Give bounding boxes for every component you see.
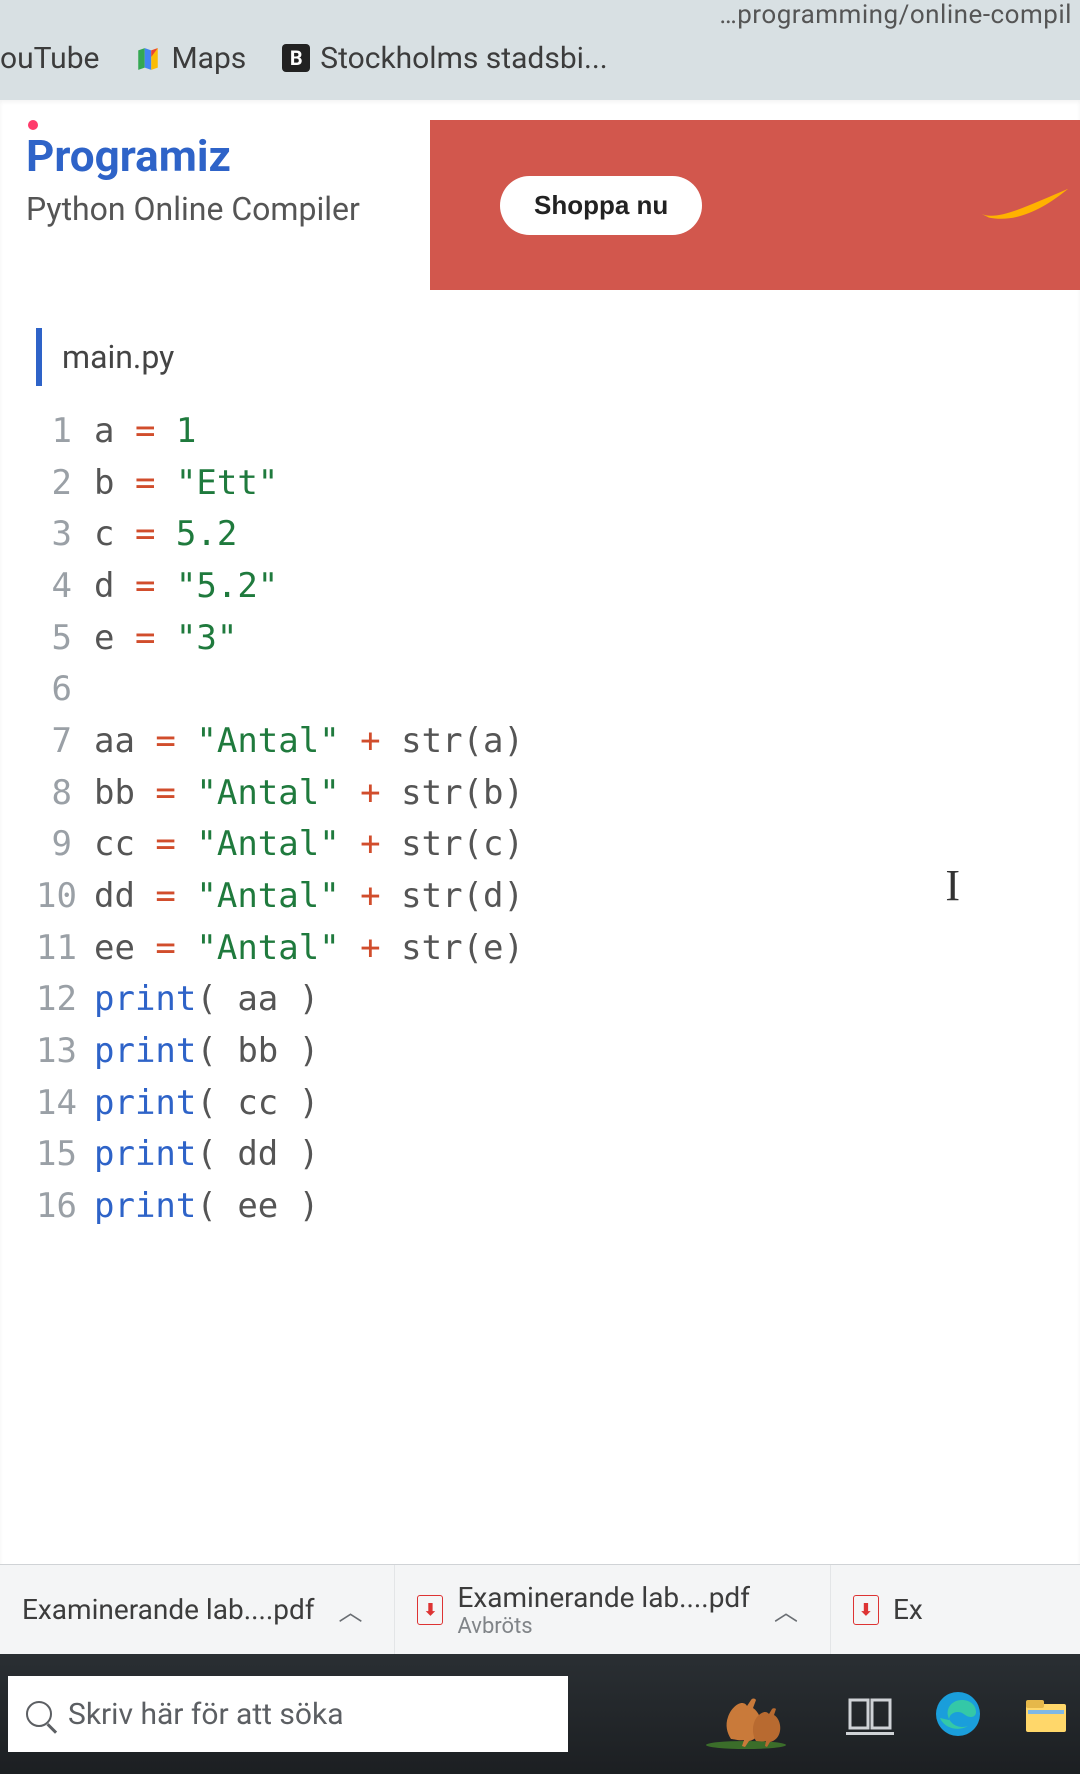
code-source[interactable]: print( dd ) bbox=[94, 1129, 319, 1181]
download-item-3[interactable]: ⬇ Ex bbox=[831, 1565, 945, 1654]
code-source[interactable]: print( bb ) bbox=[94, 1026, 319, 1078]
logo-text: Programiz bbox=[26, 130, 231, 182]
text-cursor-icon: I bbox=[945, 860, 960, 911]
line-number: 9 bbox=[36, 819, 94, 871]
line-number: 3 bbox=[36, 509, 94, 561]
programiz-logo[interactable]: Programiz bbox=[26, 130, 430, 182]
windows-taskbar: Skriv här för att söka bbox=[0, 1654, 1080, 1774]
letter-b-icon: B bbox=[282, 44, 310, 72]
line-number: 11 bbox=[36, 923, 94, 975]
edge-browser-icon[interactable] bbox=[934, 1690, 982, 1738]
line-number: 14 bbox=[36, 1078, 94, 1130]
bookmark-youtube[interactable]: ouTube bbox=[0, 41, 99, 76]
download-item-2[interactable]: ⬇ Examinerande lab....pdf Avbröts ︿ bbox=[395, 1565, 830, 1654]
code-source[interactable]: a = 1 bbox=[94, 406, 196, 458]
download-item-2-status: Avbröts bbox=[457, 1614, 749, 1639]
bookmark-stockholm[interactable]: B Stockholms stadsbi... bbox=[282, 41, 607, 76]
code-source[interactable]: e = "3" bbox=[94, 613, 237, 665]
code-source[interactable]: print( aa ) bbox=[94, 974, 319, 1026]
line-number: 4 bbox=[36, 561, 94, 613]
brand-block: Programiz Python Online Compiler bbox=[0, 100, 430, 310]
task-view-icon[interactable] bbox=[846, 1690, 894, 1738]
download-item-3-name: Ex bbox=[893, 1593, 923, 1626]
download-item-1[interactable]: Examinerande lab....pdf ︿ bbox=[0, 1565, 395, 1654]
taskbar-search-placeholder: Skriv här för att söka bbox=[68, 1697, 344, 1732]
line-number: 13 bbox=[36, 1026, 94, 1078]
editor-tab[interactable]: main.py bbox=[36, 328, 194, 386]
line-number: 5 bbox=[36, 613, 94, 665]
taskbar-search[interactable]: Skriv här för att söka bbox=[8, 1676, 568, 1752]
bookmark-maps[interactable]: Maps bbox=[135, 41, 246, 76]
line-number: 7 bbox=[36, 716, 94, 768]
code-line[interactable]: 2b = "Ett" bbox=[36, 458, 1080, 510]
code-editor[interactable]: main.py 1a = 12b = "Ett"3c = 5.24d = "5.… bbox=[0, 310, 1080, 1233]
bookmark-youtube-label: ouTube bbox=[0, 41, 99, 76]
url-fragment: …programming/online-compil bbox=[719, 0, 1080, 28]
line-number: 1 bbox=[36, 406, 94, 458]
bookmarks-bar: ouTube Maps B Stockholms stadsbi... bbox=[0, 28, 1080, 88]
line-number: 15 bbox=[36, 1129, 94, 1181]
code-line[interactable]: 15print( dd ) bbox=[36, 1129, 1080, 1181]
pdf-icon: ⬇ bbox=[853, 1595, 879, 1625]
code-source[interactable]: ee = "Antal" + str(e) bbox=[94, 923, 524, 975]
taskbar-right bbox=[568, 1679, 1080, 1749]
download-item-1-name: Examinerande lab....pdf bbox=[22, 1593, 314, 1626]
code-source[interactable]: c = 5.2 bbox=[94, 509, 237, 561]
code-source[interactable]: b = "Ett" bbox=[94, 458, 278, 510]
code-line[interactable]: 10dd = "Antal" + str(d) bbox=[36, 871, 1080, 923]
code-line[interactable]: 3c = 5.2 bbox=[36, 509, 1080, 561]
code-source[interactable]: d = "5.2" bbox=[94, 561, 278, 613]
chevron-up-icon[interactable]: ︿ bbox=[764, 1592, 808, 1627]
page-content: Programiz Python Online Compiler Shoppa … bbox=[0, 100, 1080, 1574]
line-number: 16 bbox=[36, 1181, 94, 1233]
line-number: 6 bbox=[36, 664, 94, 716]
bookmark-stockholm-label: Stockholms stadsbi... bbox=[320, 41, 607, 76]
code-line[interactable]: 7aa = "Antal" + str(a) bbox=[36, 716, 1080, 768]
page-header: Programiz Python Online Compiler Shoppa … bbox=[0, 100, 1080, 310]
chevron-up-icon[interactable]: ︿ bbox=[328, 1592, 372, 1627]
bookmark-maps-label: Maps bbox=[171, 41, 246, 76]
code-line[interactable]: 6 bbox=[36, 664, 1080, 716]
ad-cta-button[interactable]: Shoppa nu bbox=[500, 176, 702, 235]
code-line[interactable]: 8bb = "Antal" + str(b) bbox=[36, 768, 1080, 820]
search-icon bbox=[26, 1701, 52, 1727]
code-source[interactable]: bb = "Antal" + str(b) bbox=[94, 768, 524, 820]
code-line[interactable]: 12print( aa ) bbox=[36, 974, 1080, 1026]
line-number: 10 bbox=[36, 871, 94, 923]
code-source[interactable]: dd = "Antal" + str(d) bbox=[94, 871, 524, 923]
code-line[interactable]: 16print( ee ) bbox=[36, 1181, 1080, 1233]
nike-swoosh-icon bbox=[980, 180, 1070, 230]
code-area[interactable]: 1a = 12b = "Ett"3c = 5.24d = "5.2"5e = "… bbox=[36, 406, 1080, 1233]
code-source[interactable]: cc = "Antal" + str(c) bbox=[94, 819, 524, 871]
code-line[interactable]: 13print( bb ) bbox=[36, 1026, 1080, 1078]
code-line[interactable]: 1a = 1 bbox=[36, 406, 1080, 458]
code-source[interactable]: print( cc ) bbox=[94, 1078, 319, 1130]
code-source[interactable]: aa = "Antal" + str(a) bbox=[94, 716, 524, 768]
code-source[interactable]: print( ee ) bbox=[94, 1181, 319, 1233]
code-line[interactable]: 9cc = "Antal" + str(c) bbox=[36, 819, 1080, 871]
ad-banner[interactable]: Shoppa nu bbox=[430, 120, 1080, 290]
code-line[interactable]: 11ee = "Antal" + str(e) bbox=[36, 923, 1080, 975]
download-item-2-name: Examinerande lab....pdf bbox=[457, 1581, 749, 1614]
page-subtitle: Python Online Compiler bbox=[26, 190, 430, 228]
line-number: 12 bbox=[36, 974, 94, 1026]
line-number: 2 bbox=[36, 458, 94, 510]
code-line[interactable]: 5e = "3" bbox=[36, 613, 1080, 665]
code-line[interactable]: 4d = "5.2" bbox=[36, 561, 1080, 613]
kangaroo-decoration-icon bbox=[686, 1679, 806, 1749]
downloads-bar: Examinerande lab....pdf ︿ ⬇ Examinerande… bbox=[0, 1564, 1080, 1654]
pdf-icon: ⬇ bbox=[417, 1595, 443, 1625]
line-number: 8 bbox=[36, 768, 94, 820]
code-line[interactable]: 14print( cc ) bbox=[36, 1078, 1080, 1130]
file-explorer-icon[interactable] bbox=[1022, 1690, 1070, 1738]
maps-icon bbox=[135, 45, 161, 71]
